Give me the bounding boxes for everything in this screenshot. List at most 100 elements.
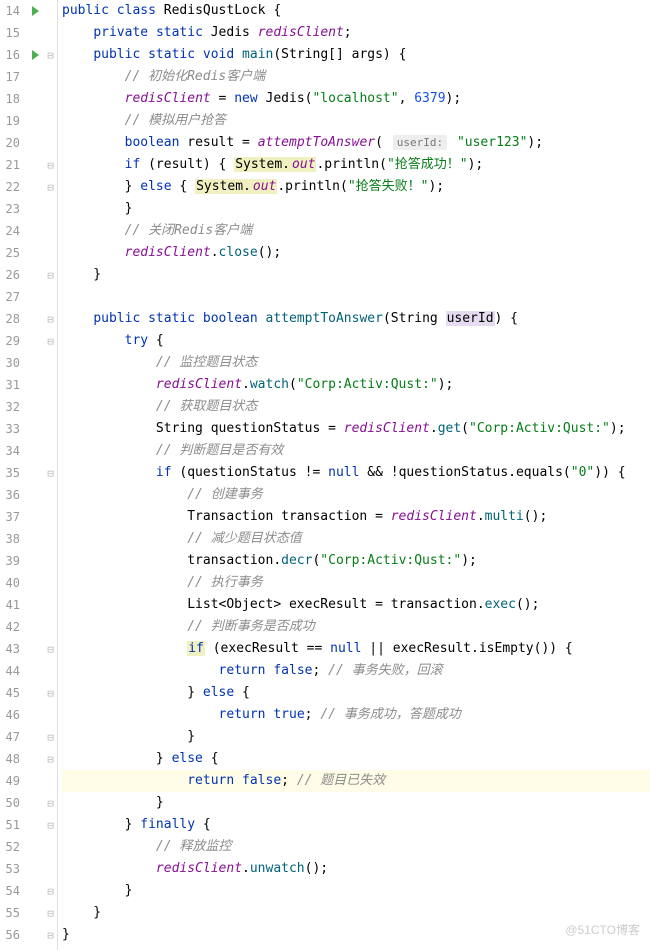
- fold-slot: [44, 550, 57, 572]
- code-editor[interactable]: 1415161718192021222324252627282930313233…: [0, 0, 650, 950]
- marker-slot: [26, 572, 44, 594]
- code-line[interactable]: redisClient.close();: [62, 242, 650, 264]
- fold-toggle-icon[interactable]: [44, 264, 57, 286]
- code-line[interactable]: }: [62, 880, 650, 902]
- marker-slot: [26, 770, 44, 792]
- code-area[interactable]: public class RedisQustLock { private sta…: [58, 0, 650, 950]
- code-line[interactable]: } else { System.out.println("抢答失败！");: [62, 176, 650, 198]
- line-number: 37: [0, 506, 20, 528]
- fold-toggle-icon[interactable]: [44, 748, 57, 770]
- run-icon[interactable]: [32, 6, 39, 16]
- line-number: 31: [0, 374, 20, 396]
- token: // 减少题目状态值: [187, 531, 301, 546]
- code-line[interactable]: if (questionStatus != null && !questionS…: [62, 462, 650, 484]
- fold-toggle-icon[interactable]: [44, 462, 57, 484]
- code-line[interactable]: }: [62, 726, 650, 748]
- token: redisClient: [156, 377, 242, 392]
- token: // 题目已失效: [297, 773, 385, 788]
- code-line[interactable]: public static boolean attemptToAnswer(St…: [62, 308, 650, 330]
- code-line[interactable]: // 监控题目状态: [62, 352, 650, 374]
- code-line[interactable]: // 判断题目是否有效: [62, 440, 650, 462]
- token: static: [148, 47, 195, 62]
- code-line[interactable]: redisClient.unwatch();: [62, 858, 650, 880]
- line-number: 40: [0, 572, 20, 594]
- token: close: [219, 245, 258, 260]
- marker-slot: [26, 198, 44, 220]
- fold-slot: [44, 770, 57, 792]
- code-line[interactable]: String questionStatus = redisClient.get(…: [62, 418, 650, 440]
- token: redisClient: [125, 91, 211, 106]
- code-line[interactable]: // 关闭Redis客户端: [62, 220, 650, 242]
- fold-toggle-icon[interactable]: [44, 726, 57, 748]
- run-icon[interactable]: [32, 50, 39, 60]
- fold-toggle-icon[interactable]: [44, 792, 57, 814]
- code-line[interactable]: List<Object> execResult = transaction.ex…: [62, 594, 650, 616]
- fold-toggle-icon[interactable]: [44, 154, 57, 176]
- fold-slot: [44, 660, 57, 682]
- code-line[interactable]: // 初始化Redis客户端: [62, 66, 650, 88]
- code-line[interactable]: // 执行事务: [62, 572, 650, 594]
- line-number: 17: [0, 66, 20, 88]
- token: userId: [446, 311, 495, 326]
- line-number: 28: [0, 308, 20, 330]
- code-line[interactable]: }: [62, 902, 650, 924]
- code-line[interactable]: transaction.decr("Corp:Activ:Qust:");: [62, 550, 650, 572]
- code-line[interactable]: } else {: [62, 682, 650, 704]
- token: else: [140, 179, 171, 194]
- fold-toggle-icon[interactable]: [44, 330, 57, 352]
- fold-toggle-icon[interactable]: [44, 814, 57, 836]
- code-line[interactable]: return true; // 事务成功，答题成功: [62, 704, 650, 726]
- code-line[interactable]: // 释放监控: [62, 836, 650, 858]
- line-number: 35: [0, 462, 20, 484]
- code-line[interactable]: }: [62, 264, 650, 286]
- code-line[interactable]: if (execResult == null || execResult.isE…: [62, 638, 650, 660]
- code-line[interactable]: public class RedisQustLock {: [62, 0, 650, 22]
- marker-slot: [26, 374, 44, 396]
- code-line[interactable]: } finally {: [62, 814, 650, 836]
- code-line[interactable]: }: [62, 792, 650, 814]
- code-line[interactable]: }: [62, 924, 650, 946]
- token: redisClient: [391, 509, 477, 524]
- code-line[interactable]: [62, 286, 650, 308]
- code-line[interactable]: boolean result = attemptToAnswer( userId…: [62, 132, 650, 154]
- token: // 判断事务是否成功: [187, 619, 314, 634]
- token: "user123": [457, 135, 527, 150]
- token: true: [273, 707, 304, 722]
- code-line[interactable]: private static Jedis redisClient;: [62, 22, 650, 44]
- code-line[interactable]: // 减少题目状态值: [62, 528, 650, 550]
- param-hint: userId:: [393, 135, 447, 150]
- token: unwatch: [250, 861, 305, 876]
- token: // 事务失败，回滚: [328, 663, 442, 678]
- code-line[interactable]: // 判断事务是否成功: [62, 616, 650, 638]
- fold-toggle-icon[interactable]: [44, 924, 57, 946]
- token: "localhost": [312, 91, 398, 106]
- code-line[interactable]: }: [62, 198, 650, 220]
- fold-slot: [44, 484, 57, 506]
- code-line[interactable]: try {: [62, 330, 650, 352]
- fold-toggle-icon[interactable]: [44, 880, 57, 902]
- fold-toggle-icon[interactable]: [44, 902, 57, 924]
- fold-toggle-icon[interactable]: [44, 682, 57, 704]
- code-line[interactable]: // 创建事务: [62, 484, 650, 506]
- marker-slot: [26, 242, 44, 264]
- code-line[interactable]: public static void main(String[] args) {: [62, 44, 650, 66]
- code-line[interactable]: Transaction transaction = redisClient.mu…: [62, 506, 650, 528]
- fold-toggle-icon[interactable]: [44, 176, 57, 198]
- code-line[interactable]: return false; // 事务失败，回滚: [62, 660, 650, 682]
- fold-toggle-icon[interactable]: [44, 638, 57, 660]
- token: boolean: [125, 135, 180, 150]
- fold-toggle-icon[interactable]: [44, 308, 57, 330]
- fold-slot: [44, 110, 57, 132]
- marker-slot: [26, 88, 44, 110]
- code-line[interactable]: // 获取题目状态: [62, 396, 650, 418]
- code-line[interactable]: return false; // 题目已失效: [62, 770, 650, 792]
- code-line[interactable]: // 模拟用户抢答: [62, 110, 650, 132]
- code-line[interactable]: redisClient = new Jedis("localhost", 637…: [62, 88, 650, 110]
- code-line[interactable]: redisClient.watch("Corp:Activ:Qust:");: [62, 374, 650, 396]
- token: // 执行事务: [187, 575, 262, 590]
- fold-toggle-icon[interactable]: [44, 44, 57, 66]
- line-number: 16: [0, 44, 20, 66]
- code-line[interactable]: if (result) { System.out.println("抢答成功！"…: [62, 154, 650, 176]
- code-line[interactable]: } else {: [62, 748, 650, 770]
- token: // 初始化Redis客户端: [125, 69, 266, 84]
